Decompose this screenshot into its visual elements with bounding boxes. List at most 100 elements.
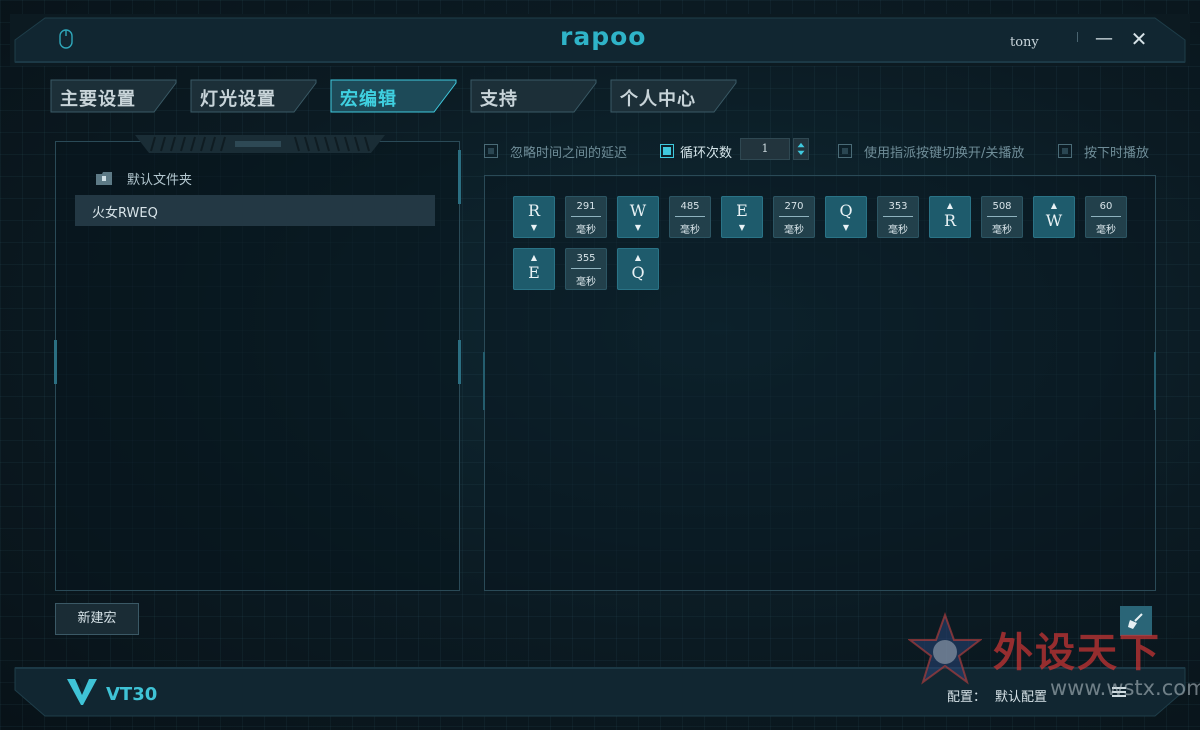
macro-item-label: 火女RWEQ xyxy=(92,206,158,221)
play-while-held-label: 按下时播放 xyxy=(1084,145,1150,161)
tab-macro-editor[interactable]: 宏编辑 xyxy=(330,79,458,113)
delay-value: 60 xyxy=(1099,201,1113,212)
delay-unit: 毫秒 xyxy=(680,225,700,236)
watermark-title: 外设天下 xyxy=(993,630,1161,676)
chevron-down-icon[interactable] xyxy=(797,150,805,156)
key-down-icon: ▼ xyxy=(530,223,538,232)
delay-unit: 毫秒 xyxy=(992,225,1012,236)
macro-list-item[interactable]: 火女RWEQ xyxy=(75,195,435,226)
loop-count-checkbox[interactable] xyxy=(660,144,674,158)
ignore-delay-option[interactable]: 忽略时间之间的延迟 xyxy=(484,141,627,161)
toggle-with-key-checkbox[interactable] xyxy=(838,144,852,158)
tab-label: 支持 xyxy=(480,89,518,110)
play-while-held-option[interactable]: 按下时播放 xyxy=(1058,141,1149,161)
key-down-icon: ▼ xyxy=(738,223,746,232)
delay-divider xyxy=(675,216,705,217)
tab-lighting-settings[interactable]: 灯光设置 xyxy=(190,79,318,113)
key-label: W xyxy=(1045,211,1063,230)
key-label: Q xyxy=(839,201,853,220)
panel-edge-mark xyxy=(458,340,461,384)
watermark-star-icon xyxy=(908,612,982,685)
delay-event[interactable]: 270 毫秒 xyxy=(773,196,815,238)
config-label: 配置： xyxy=(947,690,987,705)
toggle-with-key-option[interactable]: 使用指派按键切换开/关播放 xyxy=(838,141,1024,161)
delay-unit: 毫秒 xyxy=(576,225,596,236)
folder-label: 默认文件夹 xyxy=(127,172,193,188)
tab-label: 灯光设置 xyxy=(200,89,276,110)
delay-unit: 毫秒 xyxy=(1096,225,1116,236)
delay-unit: 毫秒 xyxy=(576,277,596,288)
key-up-icon: ▲ xyxy=(634,253,642,262)
panel-scrollbar[interactable] xyxy=(458,150,461,204)
key-event[interactable]: Q ▼ xyxy=(825,196,867,238)
title-separator xyxy=(1077,32,1078,42)
delay-value: 291 xyxy=(576,201,596,212)
delay-event[interactable]: 355 毫秒 xyxy=(565,248,607,290)
panel-edge-mark xyxy=(54,340,57,384)
key-label: Q xyxy=(631,263,645,282)
delay-event[interactable]: 291 毫秒 xyxy=(565,196,607,238)
delay-divider xyxy=(1091,216,1121,217)
key-up-icon: ▲ xyxy=(530,253,538,262)
delay-unit: 毫秒 xyxy=(784,225,804,236)
ignore-delay-checkbox[interactable] xyxy=(484,144,498,158)
key-label: R xyxy=(527,201,541,220)
delay-divider xyxy=(779,216,809,217)
delay-event[interactable]: 60 毫秒 xyxy=(1085,196,1127,238)
username[interactable]: tony xyxy=(1010,35,1039,50)
delay-divider xyxy=(571,216,601,217)
default-folder[interactable]: 默认文件夹 xyxy=(95,168,192,188)
key-event[interactable]: ▲ W xyxy=(1033,196,1075,238)
delay-value: 270 xyxy=(784,201,804,212)
tab-main-settings[interactable]: 主要设置 xyxy=(50,79,178,113)
delay-event[interactable]: 508 毫秒 xyxy=(981,196,1023,238)
loop-count-label: 循环次数 xyxy=(680,145,733,161)
key-event[interactable]: ▲ Q xyxy=(617,248,659,290)
device-model: VT30 xyxy=(106,684,158,705)
tab-personal-center[interactable]: 个人中心 xyxy=(610,79,738,113)
delay-divider xyxy=(883,216,913,217)
config-selector[interactable]: 默认配置 xyxy=(995,686,1047,705)
panel-header-decoration xyxy=(135,135,385,153)
key-event[interactable]: ▲ E xyxy=(513,248,555,290)
delay-value: 353 xyxy=(888,201,908,212)
new-macro-button[interactable]: 新建宏 xyxy=(55,603,139,635)
toggle-with-key-label: 使用指派按键切换开/关播放 xyxy=(864,145,1025,161)
panel-edge-mark xyxy=(483,352,485,410)
tab-label: 宏编辑 xyxy=(340,89,397,110)
key-label: E xyxy=(528,263,540,282)
loop-count-option[interactable]: 循环次数 xyxy=(660,141,732,161)
loop-count-input[interactable]: 1 xyxy=(740,138,790,160)
key-event[interactable]: ▲ R xyxy=(929,196,971,238)
key-down-icon: ▼ xyxy=(842,223,850,232)
key-event[interactable]: R ▼ xyxy=(513,196,555,238)
ignore-delay-label: 忽略时间之间的延迟 xyxy=(510,145,628,161)
mouse-icon[interactable] xyxy=(58,28,74,50)
key-event[interactable]: W ▼ xyxy=(617,196,659,238)
tab-label: 主要设置 xyxy=(60,89,136,110)
play-while-held-checkbox[interactable] xyxy=(1058,144,1072,158)
key-label: W xyxy=(629,201,647,220)
vt-brand-icon xyxy=(67,679,97,705)
key-label: E xyxy=(736,201,748,220)
delay-unit: 毫秒 xyxy=(888,225,908,236)
delay-value: 355 xyxy=(576,253,596,264)
watermark-url: www.wstx.com xyxy=(1050,676,1200,700)
loop-count-stepper[interactable] xyxy=(793,138,809,160)
close-button[interactable]: ✕ xyxy=(1128,28,1150,50)
rapoo-logo: rapoo xyxy=(560,22,647,51)
delay-value: 485 xyxy=(680,201,700,212)
key-event[interactable]: E ▼ xyxy=(721,196,763,238)
delay-divider xyxy=(987,216,1017,217)
key-up-icon: ▲ xyxy=(1050,201,1058,210)
tab-support[interactable]: 支持 xyxy=(470,79,598,113)
tab-label: 个人中心 xyxy=(620,89,696,110)
minimize-button[interactable]: — xyxy=(1093,28,1115,50)
delay-event[interactable]: 485 毫秒 xyxy=(669,196,711,238)
key-down-icon: ▼ xyxy=(634,223,642,232)
delay-event[interactable]: 353 毫秒 xyxy=(877,196,919,238)
chevron-up-icon[interactable] xyxy=(797,142,805,148)
app-window: rapoo tony — ✕ 主要设置 灯光设置 宏编辑 支持 个人中心 默认文… xyxy=(0,0,1200,730)
folder-icon xyxy=(96,171,112,185)
delay-divider xyxy=(571,268,601,269)
